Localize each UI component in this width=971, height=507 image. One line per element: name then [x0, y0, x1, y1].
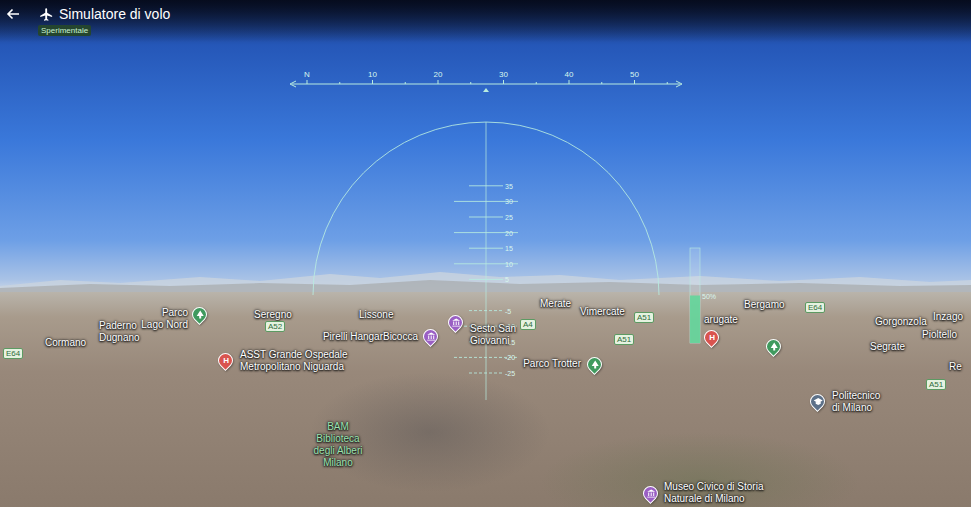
scene-view[interactable] — [0, 0, 971, 507]
tree-icon — [195, 310, 205, 320]
map-label[interactable]: Museo Civico di StoriaNaturale di Milano — [664, 481, 763, 505]
sky — [0, 0, 971, 292]
road-badge: E64 — [3, 348, 23, 359]
map-label[interactable]: Cormano — [45, 337, 86, 349]
map-label[interactable]: ASST Grande OspedaleMetropolitano Niguar… — [240, 349, 348, 373]
pitch-tick: 5 — [505, 276, 509, 283]
pitch-tick: 10 — [505, 261, 513, 268]
heading-tick: N — [304, 70, 310, 79]
map-label[interactable]: Lissone — [359, 309, 393, 321]
museum-icon — [426, 332, 436, 342]
heading-tape: N 10 20 30 40 50 — [290, 70, 682, 92]
road-badge: A4 — [520, 319, 536, 330]
road-badge: E64 — [805, 302, 825, 313]
museum-icon — [646, 489, 656, 499]
heading-tick: 40 — [565, 70, 574, 79]
map-label[interactable]: Segrate — [870, 341, 905, 353]
map-label[interactable]: Re — [949, 361, 962, 373]
pitch-tick: -25 — [505, 370, 515, 377]
tree-icon — [590, 360, 600, 370]
heading-tick: 20 — [434, 70, 443, 79]
map-label[interactable]: Bergamo — [744, 299, 785, 311]
road-badge: A51 — [926, 379, 946, 390]
road-badge: A51 — [614, 334, 634, 345]
pitch-tick: -20 — [505, 354, 515, 361]
throttle-fill — [690, 296, 700, 344]
map-label[interactable]: Inzago — [933, 311, 963, 323]
pitch-tick: 25 — [505, 214, 513, 221]
top-bar: Simulatore di volo Sperimentale — [0, 0, 971, 42]
pitch-tick: 20 — [505, 230, 513, 237]
school-icon — [813, 397, 823, 407]
map-label[interactable]: PadernoDugnano — [99, 320, 140, 344]
map-label[interactable]: Pirelli HangarBicocca — [323, 331, 418, 343]
pitch-ladder: 3530252015105-5-10-15-20-25 — [313, 122, 659, 400]
heading-tick: 50 — [630, 70, 639, 79]
pitch-tick: 30 — [505, 198, 513, 205]
throttle-reading: 50% — [702, 293, 716, 300]
tree-icon — [769, 342, 779, 352]
map-label[interactable]: BAMBibliotecadegli AlberiMilano — [314, 421, 363, 469]
road-badge: A52 — [265, 321, 285, 332]
heading-caret-icon — [483, 88, 489, 92]
app-title: Simulatore di volo — [59, 6, 170, 22]
map-label[interactable]: Parco Trotter — [523, 358, 581, 370]
map-label[interactable]: arugate — [704, 314, 738, 326]
map-label[interactable]: Merate — [540, 298, 571, 310]
map-label[interactable]: ParcoLago Nord — [141, 307, 188, 331]
map-label[interactable]: Seregno — [254, 309, 292, 321]
pitch-tick: -5 — [505, 308, 511, 315]
heading-tick: 10 — [368, 70, 377, 79]
back-arrow-icon[interactable] — [6, 7, 20, 21]
map-label[interactable]: Vimercate — [580, 306, 625, 318]
map-label[interactable]: Politecnicodi Milano — [832, 390, 880, 414]
museum-icon — [451, 318, 461, 328]
map-label[interactable]: Gorgonzola — [875, 316, 927, 328]
road-badge: A51 — [634, 312, 654, 323]
map-label[interactable]: Pioltello — [922, 329, 957, 341]
hud-overlay: N10203040503530252015105-5-10-15-20-2550… — [0, 0, 971, 507]
pitch-tick: 15 — [505, 245, 513, 252]
pitch-tick: 35 — [505, 183, 513, 190]
airplane-icon — [39, 7, 54, 22]
flight-simulator-screen: Simulatore di volo Sperimentale N 10 20 30 4… — [0, 0, 971, 507]
experimental-badge: Sperimentale — [38, 25, 91, 36]
map-label[interactable]: Sesto SanGiovanni — [470, 323, 516, 347]
mountains-icon — [0, 268, 971, 292]
heading-tick: 30 — [499, 70, 508, 79]
